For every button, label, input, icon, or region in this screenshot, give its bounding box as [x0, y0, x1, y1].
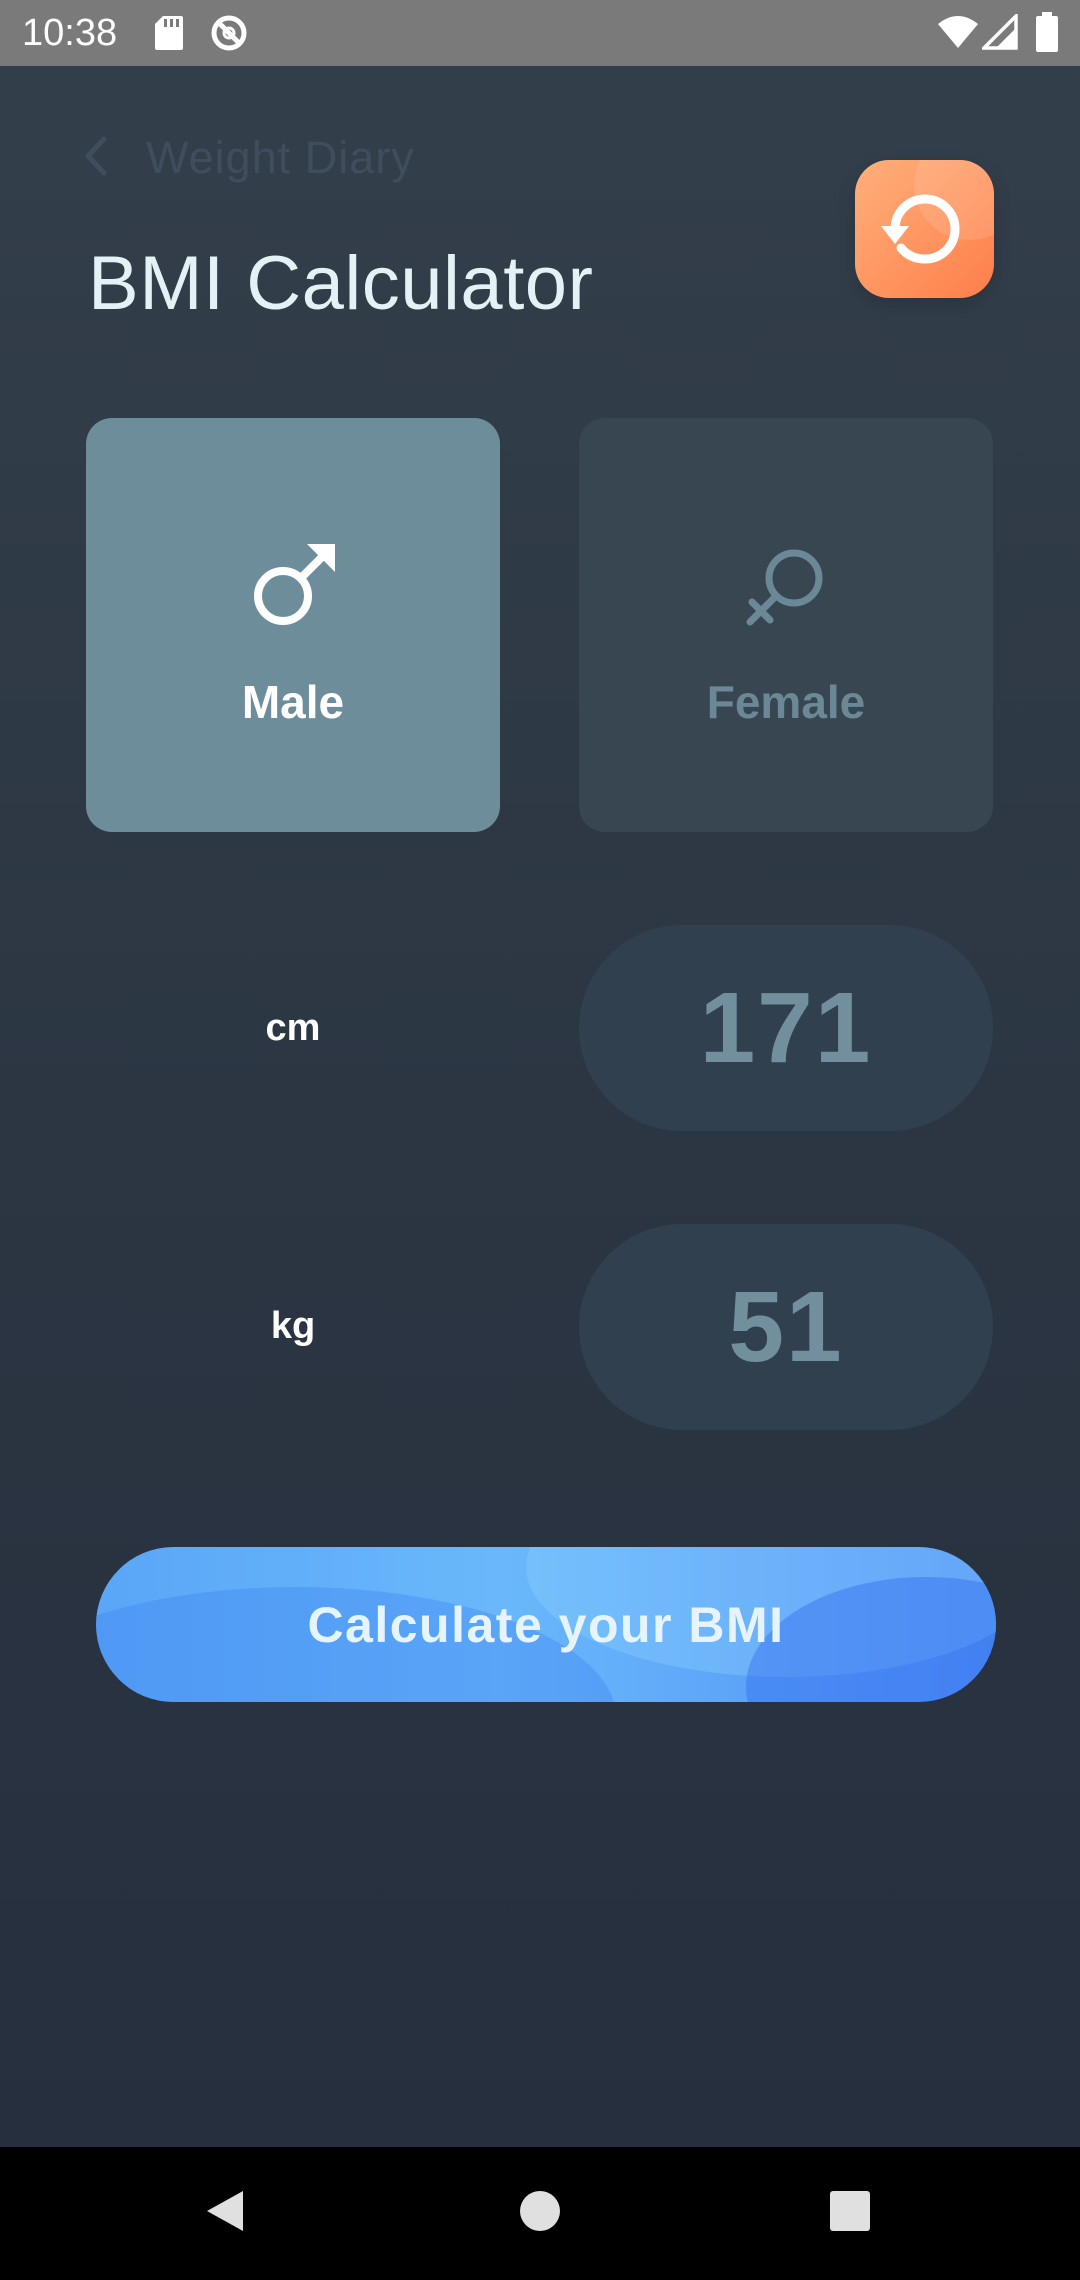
male-symbol-icon — [247, 418, 339, 637]
sd-card-icon — [155, 16, 183, 55]
gender-card-male[interactable]: Male — [86, 418, 500, 832]
battery-icon — [1036, 12, 1058, 57]
gender-label-female: Female — [706, 676, 866, 728]
recents-square-icon[interactable] — [830, 2191, 870, 2236]
calculate-bmi-label[interactable]: Calculate your BMI — [307, 1596, 784, 1654]
female-symbol-icon — [740, 418, 832, 637]
reset-button[interactable] — [855, 160, 994, 298]
height-unit-label: cm — [265, 1007, 321, 1049]
signal-icon — [979, 11, 1018, 55]
bmi-calculator-screen: 10:38 Weight Diary BMI Calculator Male F… — [0, 0, 1080, 2280]
chevron-left-icon[interactable] — [84, 135, 108, 182]
gender-card-female[interactable]: Female — [579, 418, 993, 832]
system-navigation-bar — [0, 2147, 1080, 2280]
page-title: BMI Calculator — [88, 241, 594, 326]
nav-recents-button[interactable] — [805, 2147, 895, 2280]
weight-value[interactable]: 51 — [579, 1224, 993, 1430]
weight-unit-label: kg — [270, 1305, 316, 1347]
status-time: 10:38 — [22, 12, 118, 54]
nav-back-button[interactable] — [180, 2147, 270, 2280]
back-triangle-icon[interactable] — [205, 2189, 245, 2238]
gender-label-male: Male — [241, 676, 345, 728]
back-label[interactable]: Weight Diary — [146, 132, 415, 184]
home-circle-icon[interactable] — [519, 2190, 561, 2237]
calculate-bmi-button[interactable]: Calculate your BMI — [96, 1547, 996, 1702]
back-navigation[interactable]: Weight Diary — [84, 128, 415, 188]
nav-home-button[interactable] — [495, 2147, 585, 2280]
do-not-disturb-icon — [210, 14, 248, 57]
status-bar: 10:38 — [0, 0, 1080, 66]
height-value[interactable]: 171 — [579, 925, 993, 1131]
wifi-icon — [938, 14, 978, 53]
